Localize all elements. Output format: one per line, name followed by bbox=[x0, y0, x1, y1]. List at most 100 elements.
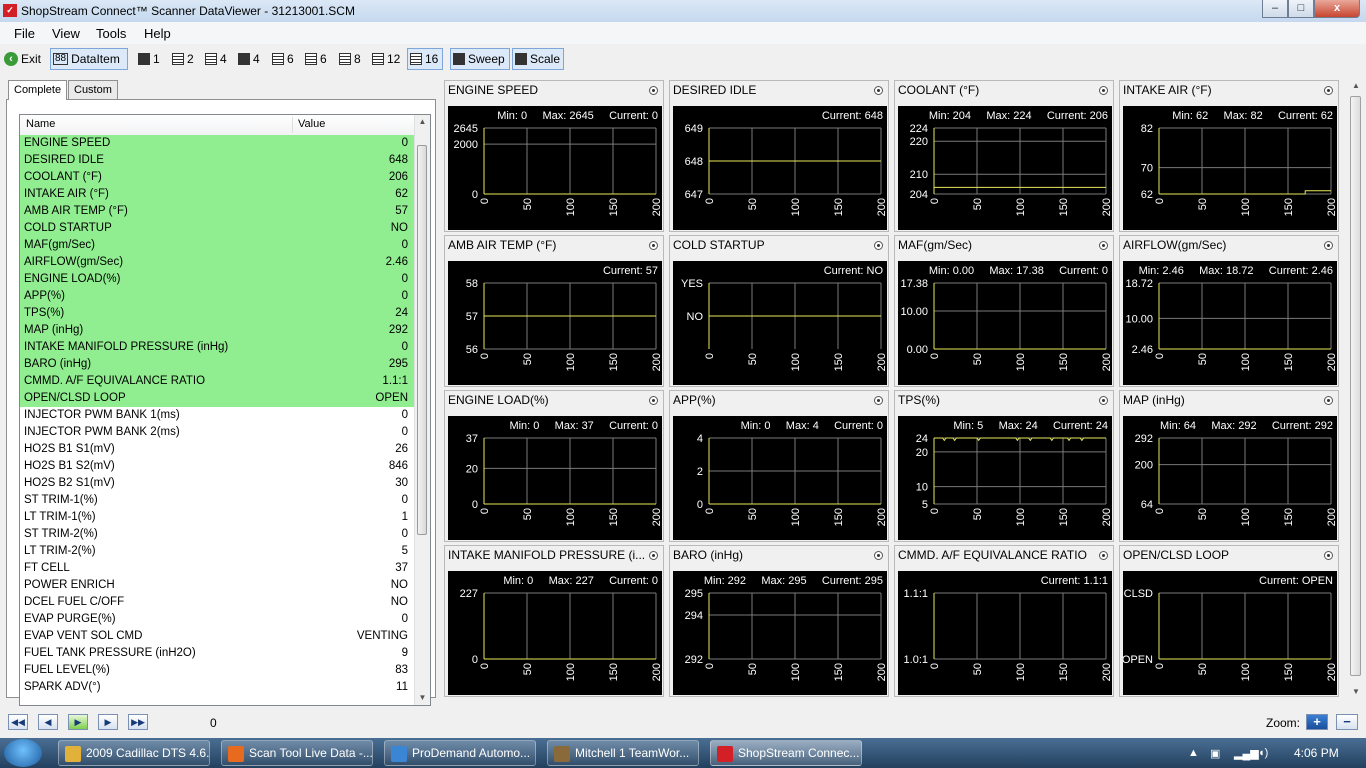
list-item[interactable]: EVAP VENT SOL CMD VENTING bbox=[20, 628, 416, 645]
graph-panel[interactable]: ENGINE SPEED Min: 0 Max: 2645 Current: 0 0… bbox=[444, 80, 664, 232]
layout-6-rows-button[interactable]: 6 bbox=[270, 48, 300, 70]
list-item[interactable]: DESIRED IDLE 648 bbox=[20, 152, 416, 169]
clock[interactable]: 4:06 PM bbox=[1294, 738, 1339, 768]
layout-1-button[interactable]: 1 bbox=[136, 48, 166, 70]
list-item[interactable]: BARO (inHg) 295 bbox=[20, 356, 416, 373]
tab-custom[interactable]: Custom bbox=[68, 80, 118, 99]
list-item[interactable]: INTAKE MANIFOLD PRESSURE (inHg) 0 bbox=[20, 339, 416, 356]
layout-12-button[interactable]: 12 bbox=[370, 48, 404, 70]
taskbar-item[interactable]: ProDemand Automo... bbox=[384, 740, 536, 766]
graph-select-radio-icon[interactable] bbox=[1324, 396, 1333, 405]
graph-select-radio-icon[interactable] bbox=[874, 86, 883, 95]
list-item[interactable]: CMMD. A/F EQUIVALANCE RATIO 1.1:1 bbox=[20, 373, 416, 390]
column-divider[interactable] bbox=[292, 117, 293, 133]
layout-6-grid-button[interactable]: 6 bbox=[303, 48, 333, 70]
list-scroll-thumb[interactable] bbox=[417, 145, 427, 535]
list-item[interactable]: OPEN/CLSD LOOP OPEN bbox=[20, 390, 416, 407]
graph-panel[interactable]: BARO (inHg) Min: 292 Max: 295 Current: 29… bbox=[669, 545, 889, 697]
list-item[interactable]: AIRFLOW(gm/Sec) 2.46 bbox=[20, 254, 416, 271]
graph-select-radio-icon[interactable] bbox=[874, 551, 883, 560]
step-forward-icon[interactable]: ▶ bbox=[98, 714, 118, 730]
list-item[interactable]: ST TRIM-1(%) 0 bbox=[20, 492, 416, 509]
taskbar-item[interactable]: 2009 Cadillac DTS 4.6... bbox=[58, 740, 210, 766]
graph-select-radio-icon[interactable] bbox=[1324, 241, 1333, 250]
scroll-up-icon[interactable]: ▲ bbox=[415, 115, 430, 129]
graph-select-radio-icon[interactable] bbox=[649, 551, 658, 560]
list-item[interactable]: APP(%) 0 bbox=[20, 288, 416, 305]
layout-4-grid-button[interactable]: 4 bbox=[236, 48, 266, 70]
list-item[interactable]: SPARK ADV(°) 11 bbox=[20, 679, 416, 696]
play-icon[interactable]: ▶ bbox=[68, 714, 88, 730]
graph-panel[interactable]: DESIRED IDLE Current: 648 0 50 100 150 200 649 6… bbox=[669, 80, 889, 232]
sweep-button[interactable]: Sweep bbox=[450, 48, 510, 70]
list-item[interactable]: INJECTOR PWM BANK 2(ms) 0 bbox=[20, 424, 416, 441]
list-item[interactable]: FT CELL 37 bbox=[20, 560, 416, 577]
graph-panel[interactable]: COLD STARTUP Current: NO 0 50 100 150 200 YES NO bbox=[669, 235, 889, 387]
list-item[interactable]: INTAKE AIR (°F) 62 bbox=[20, 186, 416, 203]
list-item[interactable]: HO2S B1 S2(mV) 846 bbox=[20, 458, 416, 475]
list-item[interactable]: FUEL LEVEL(%) 83 bbox=[20, 662, 416, 679]
graph-panel[interactable]: ENGINE LOAD(%) Min: 0 Max: 37 Current: 0 0… bbox=[444, 390, 664, 542]
list-item[interactable]: HO2S B1 S1(mV) 26 bbox=[20, 441, 416, 458]
graph-select-radio-icon[interactable] bbox=[874, 241, 883, 250]
forward-end-icon[interactable]: ▶▶ bbox=[128, 714, 148, 730]
graph-select-radio-icon[interactable] bbox=[1099, 396, 1108, 405]
taskbar-item[interactable]: Scan Tool Live Data -... bbox=[221, 740, 373, 766]
graph-scrollbar[interactable]: ▲ ▼ bbox=[1348, 78, 1364, 700]
graph-select-radio-icon[interactable] bbox=[874, 396, 883, 405]
graph-panel[interactable]: INTAKE AIR (°F) Min: 62 Max: 82 Current: … bbox=[1119, 80, 1339, 232]
list-item[interactable]: MAP (inHg) 292 bbox=[20, 322, 416, 339]
zoom-in-icon[interactable]: + bbox=[1306, 714, 1328, 730]
scroll-down-icon[interactable]: ▼ bbox=[1348, 684, 1364, 700]
column-header-value[interactable]: Value bbox=[298, 118, 325, 130]
column-header-name[interactable]: Name bbox=[26, 118, 55, 130]
scroll-up-icon[interactable]: ▲ bbox=[1348, 78, 1364, 94]
menu-tools[interactable]: Tools bbox=[96, 26, 126, 41]
taskbar-item[interactable]: Mitchell 1 TeamWor... bbox=[547, 740, 699, 766]
graph-scroll-thumb[interactable] bbox=[1350, 96, 1361, 676]
list-item[interactable]: HO2S B2 S1(mV) 30 bbox=[20, 475, 416, 492]
graph-select-radio-icon[interactable] bbox=[649, 241, 658, 250]
list-item[interactable]: TPS(%) 24 bbox=[20, 305, 416, 322]
minimize-button[interactable]: – bbox=[1262, 0, 1288, 18]
graph-panel[interactable]: AIRFLOW(gm/Sec) Min: 2.46 Max: 18.72 Curr… bbox=[1119, 235, 1339, 387]
list-item[interactable]: POWER ENRICH NO bbox=[20, 577, 416, 594]
list-item[interactable]: DCEL FUEL C/OFF NO bbox=[20, 594, 416, 611]
layout-4-rows-button[interactable]: 4 bbox=[203, 48, 233, 70]
graph-panel[interactable]: TPS(%) Min: 5 Max: 24 Current: 24 0 50 100 15… bbox=[894, 390, 1114, 542]
graph-panel[interactable]: OPEN/CLSD LOOP Current: OPEN 0 50 100 150 200 C… bbox=[1119, 545, 1339, 697]
graph-select-radio-icon[interactable] bbox=[649, 396, 658, 405]
graph-panel[interactable]: COOLANT (°F) Min: 204 Max: 224 Current: 2… bbox=[894, 80, 1114, 232]
graph-select-radio-icon[interactable] bbox=[649, 86, 658, 95]
layout-16-button[interactable]: 16 bbox=[407, 48, 443, 70]
graph-select-radio-icon[interactable] bbox=[1099, 86, 1108, 95]
list-item[interactable]: COOLANT (°F) 206 bbox=[20, 169, 416, 186]
list-item[interactable]: ENGINE LOAD(%) 0 bbox=[20, 271, 416, 288]
list-item[interactable]: FUEL TANK PRESSURE (inH2O) 9 bbox=[20, 645, 416, 662]
scroll-down-icon[interactable]: ▼ bbox=[415, 691, 430, 705]
list-item[interactable]: AMB AIR TEMP (°F) 57 bbox=[20, 203, 416, 220]
graph-panel[interactable]: INTAKE MANIFOLD PRESSURE (i... Min: 0 Max… bbox=[444, 545, 664, 697]
layout-8-button[interactable]: 8 bbox=[337, 48, 367, 70]
list-item[interactable]: LT TRIM-2(%) 5 bbox=[20, 543, 416, 560]
zoom-out-icon[interactable]: − bbox=[1336, 714, 1358, 730]
layout-2-button[interactable]: 2 bbox=[170, 48, 200, 70]
dataitem-button[interactable]: 88 DataItem bbox=[50, 48, 128, 70]
list-item[interactable]: ENGINE SPEED 0 bbox=[20, 135, 416, 152]
list-scrollbar[interactable]: ▲ ▼ bbox=[414, 115, 430, 705]
close-button[interactable]: x bbox=[1314, 0, 1360, 18]
network-icon[interactable]: ▂▄▆ bbox=[1234, 747, 1259, 760]
graph-select-radio-icon[interactable] bbox=[1099, 241, 1108, 250]
tab-complete[interactable]: Complete bbox=[8, 80, 68, 100]
graph-panel[interactable]: MAP (inHg) Min: 64 Max: 292 Current: 292 0… bbox=[1119, 390, 1339, 542]
taskbar-item[interactable]: ShopStream Connec... bbox=[710, 740, 862, 766]
step-back-icon[interactable]: ◀ bbox=[38, 714, 58, 730]
menu-help[interactable]: Help bbox=[144, 26, 171, 41]
list-item[interactable]: INJECTOR PWM BANK 1(ms) 0 bbox=[20, 407, 416, 424]
maximize-button[interactable]: □ bbox=[1288, 0, 1314, 18]
data-item-list[interactable]: Name Value ENGINE SPEED 0 DESIRED IDLE 648 C… bbox=[19, 114, 431, 706]
rewind-start-icon[interactable]: ◀◀ bbox=[8, 714, 28, 730]
list-item[interactable]: ST TRIM-2(%) 0 bbox=[20, 526, 416, 543]
list-item[interactable]: EVAP PURGE(%) 0 bbox=[20, 611, 416, 628]
menu-file[interactable]: File bbox=[14, 26, 35, 41]
